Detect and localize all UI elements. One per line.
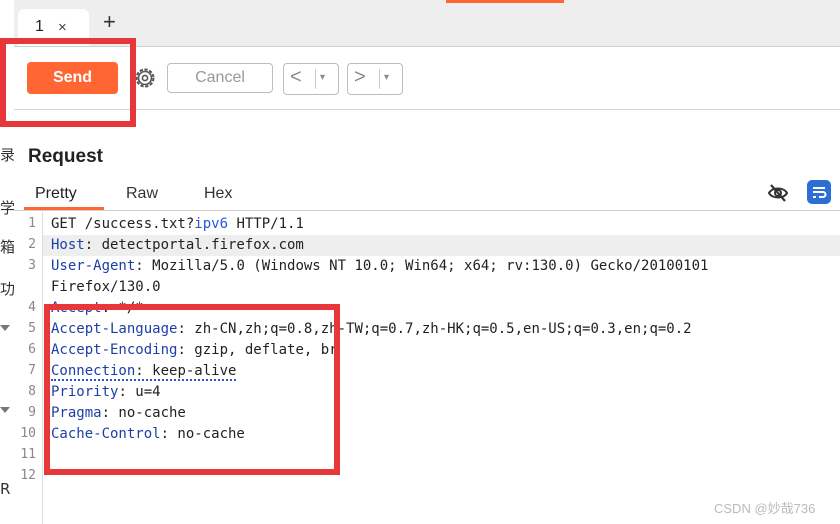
divider (315, 69, 316, 89)
code-line: Priority: u=4 (51, 382, 161, 403)
code-line: Accept: */* (51, 298, 144, 319)
eye-slash-icon[interactable] (767, 182, 789, 204)
forward-arrow-icon[interactable]: > (354, 66, 366, 89)
chevron-down-icon[interactable]: ▾ (384, 72, 389, 83)
line-number: 4 (28, 300, 36, 315)
left-panel-edge: 录 学 箱 功 R (0, 0, 16, 524)
code-line: Connection: keep-alive (51, 361, 237, 382)
tab-hex[interactable]: Hex (204, 185, 232, 203)
line-number: 2 (28, 237, 36, 252)
code-line: Cache-Control: no-cache (51, 424, 245, 445)
left-panel-text: 录 (0, 146, 16, 164)
line-number: 1 (28, 216, 36, 231)
tab-bar: 1 × + (14, 0, 840, 47)
left-panel-text: 功 (0, 280, 16, 298)
header-name: Pragma (51, 405, 102, 421)
cancel-button[interactable]: Cancel (167, 63, 273, 93)
request-view-tabs: Pretty Raw Hex (14, 178, 840, 211)
header-name: User-Agent (51, 258, 136, 274)
back-nav-group: < ▾ (283, 63, 339, 95)
code-line: Host: detectportal.firefox.com (43, 235, 840, 256)
header-value: : no-cache (160, 426, 245, 442)
header-name: Priority (51, 384, 119, 400)
header-name: Host (51, 237, 85, 253)
code-line: GET /success.txt?ipv6 HTTP/1.1 (51, 214, 304, 235)
header-name: Connection (51, 363, 136, 379)
left-panel-text: 学 (0, 199, 16, 217)
chevron-down-icon[interactable]: ▾ (320, 72, 325, 83)
header-value: : detectportal.firefox.com (84, 237, 304, 253)
tab-label: 1 (35, 18, 44, 35)
line-number: 5 (28, 321, 36, 336)
line-number-gutter: 1 2 3 4 5 6 7 8 9 10 11 12 (14, 212, 43, 524)
line-number: 11 (20, 447, 36, 462)
header-name: Accept-Language (51, 321, 178, 337)
line-number: 10 (20, 426, 36, 441)
header-name: Cache-Control (51, 426, 161, 442)
line-number: 3 (28, 258, 36, 273)
collapse-triangle-icon[interactable] (0, 325, 10, 331)
line-number: 7 (28, 363, 36, 378)
code-line-wrapped: Firefox/130.0 (51, 279, 161, 295)
header-value: : gzip, deflate, br (177, 342, 338, 358)
forward-nav-group: > ▾ (347, 63, 403, 95)
header-value: : */* (101, 300, 144, 316)
left-panel-text: R (0, 480, 11, 498)
tab-pretty[interactable]: Pretty (35, 185, 77, 203)
line-number: 6 (28, 342, 36, 357)
protocol: HTTP/1.1 (228, 216, 304, 232)
wrap-lines-icon[interactable] (807, 180, 831, 204)
line-number: 8 (28, 384, 36, 399)
active-tab-indicator (24, 207, 104, 210)
repeater-panel: 1 × + Send Cancel < ▾ > ▾ Request Pretty… (0, 0, 840, 524)
line-number: 12 (20, 468, 36, 483)
active-accent-bar (446, 0, 564, 3)
header-value: : u=4 (118, 384, 161, 400)
send-button[interactable]: Send (27, 62, 118, 94)
request-title: Request (28, 146, 103, 167)
line-number: 9 (28, 405, 36, 420)
code-line: Accept-Encoding: gzip, deflate, br (51, 340, 338, 361)
header-name: Accept-Encoding (51, 342, 178, 358)
dotted-underline-span: Connection: keep-alive (51, 363, 237, 381)
add-tab-icon[interactable]: + (103, 11, 116, 33)
close-icon[interactable]: × (58, 19, 67, 36)
toolbar: Send Cancel < ▾ > ▾ (14, 47, 840, 110)
code-line: User-Agent: Mozilla/5.0 (Windows NT 10.0… (51, 256, 708, 277)
collapse-triangle-icon[interactable] (0, 407, 10, 413)
header-value: : no-cache (101, 405, 186, 421)
tab-raw[interactable]: Raw (126, 185, 158, 203)
code-line: Accept-Language: zh-CN,zh;q=0.8,zh-TW;q=… (51, 319, 692, 340)
divider (379, 69, 380, 89)
watermark: CSDN @妙哉736 (714, 501, 816, 516)
header-value: : Mozilla/5.0 (Windows NT 10.0; Win64; x… (135, 258, 709, 274)
back-arrow-icon[interactable]: < (290, 66, 302, 89)
tab-1[interactable]: 1 × (18, 9, 89, 46)
header-value: : keep-alive (135, 363, 237, 379)
request-editor[interactable]: 1 2 3 4 5 6 7 8 9 10 11 12 GET /success.… (14, 212, 840, 524)
code-line: Pragma: no-cache (51, 403, 186, 424)
query-param: ipv6 (194, 216, 229, 232)
header-name: Accept (51, 300, 102, 316)
gear-icon[interactable] (132, 65, 158, 91)
request-line: GET /success.txt? (51, 216, 195, 232)
left-panel-text: 箱 (0, 238, 16, 256)
header-value: : zh-CN,zh;q=0.8,zh-TW;q=0.7,zh-HK;q=0.5… (177, 321, 692, 337)
